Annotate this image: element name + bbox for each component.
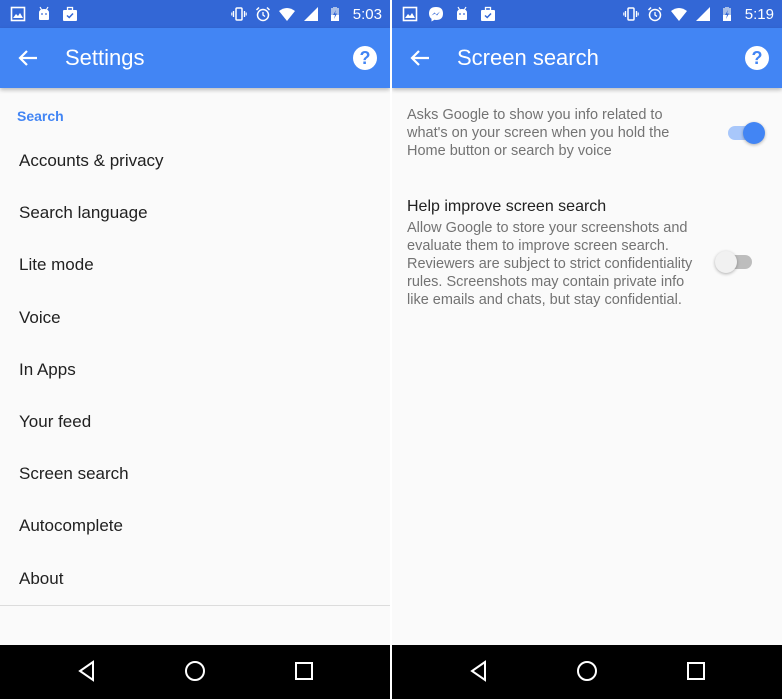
- navigation-bar: [0, 645, 390, 699]
- status-bar: 5:03: [0, 0, 390, 28]
- screen-search-settings: Asks Google to show you info related to …: [392, 88, 782, 645]
- page-title: Screen search: [457, 45, 599, 70]
- cell-signal-icon: [303, 7, 318, 21]
- recents-square-icon[interactable]: [684, 659, 708, 683]
- battery-charging-icon: [722, 7, 731, 21]
- divider: [0, 605, 390, 606]
- wifi-icon: [670, 8, 687, 21]
- menu-item-screen-search[interactable]: Screen search: [0, 448, 390, 500]
- app-bar: Screen search ?: [392, 28, 782, 88]
- home-circle-icon[interactable]: [575, 659, 599, 683]
- briefcase-check-icon: [63, 6, 77, 21]
- toggle-thumb: [715, 251, 737, 273]
- page-title: Settings: [65, 45, 145, 70]
- vibrate-icon: [231, 7, 247, 21]
- gallery-icon: [10, 6, 26, 22]
- settings-list-content: Search Accounts & privacy Search languag…: [0, 88, 390, 645]
- menu-item-in-apps[interactable]: In Apps: [0, 344, 390, 396]
- vibrate-icon: [623, 7, 639, 21]
- back-triangle-icon[interactable]: [467, 659, 491, 683]
- setting-description: Allow Google to store your screenshots a…: [407, 220, 693, 308]
- status-bar: 5:19: [392, 0, 782, 28]
- help-circle-icon[interactable]: ?: [745, 46, 769, 70]
- navigation-bar: [392, 645, 782, 699]
- menu-item-autocomplete[interactable]: Autocomplete: [0, 500, 390, 552]
- alarm-icon: [647, 6, 662, 22]
- section-header-search: Search: [17, 108, 64, 124]
- menu-item-lite-mode[interactable]: Lite mode: [0, 239, 390, 291]
- android-icon: [39, 6, 49, 20]
- help-circle-icon[interactable]: ?: [353, 46, 377, 70]
- gallery-icon: [402, 6, 418, 22]
- arrow-back-icon[interactable]: [406, 44, 434, 72]
- screen-search-screen: 5:19 Screen search ? Asks Google to show…: [392, 0, 782, 699]
- menu-item-search-language[interactable]: Search language: [0, 187, 390, 239]
- screen-search-toggle[interactable]: [725, 120, 765, 144]
- recents-square-icon[interactable]: [292, 659, 316, 683]
- battery-charging-icon: [330, 7, 339, 21]
- menu-item-your-feed[interactable]: Your feed: [0, 396, 390, 448]
- back-triangle-icon[interactable]: [75, 659, 99, 683]
- toggle-thumb: [743, 122, 765, 144]
- menu-item-voice[interactable]: Voice: [0, 292, 390, 344]
- setting-title: Help improve screen search: [407, 198, 607, 215]
- status-time: 5:19: [744, 5, 774, 23]
- messenger-icon: [429, 7, 443, 22]
- alarm-icon: [255, 6, 270, 22]
- wifi-icon: [278, 8, 295, 21]
- setting-description: Asks Google to show you info related to …: [407, 107, 670, 159]
- menu-item-accounts-privacy[interactable]: Accounts & privacy: [0, 135, 390, 187]
- status-time: 5:03: [352, 5, 382, 23]
- app-bar: Settings ?: [0, 28, 390, 88]
- briefcase-check-icon: [481, 6, 495, 21]
- arrow-back-icon[interactable]: [14, 44, 42, 72]
- settings-screen: 5:03 Settings ? Search Accounts & privac…: [0, 0, 390, 699]
- cell-signal-icon: [695, 7, 710, 21]
- home-circle-icon[interactable]: [183, 659, 207, 683]
- help-improve-toggle[interactable]: [715, 249, 755, 273]
- settings-menu: Accounts & privacy Search language Lite …: [0, 135, 390, 605]
- android-icon: [457, 6, 467, 20]
- menu-item-about[interactable]: About: [0, 553, 390, 605]
